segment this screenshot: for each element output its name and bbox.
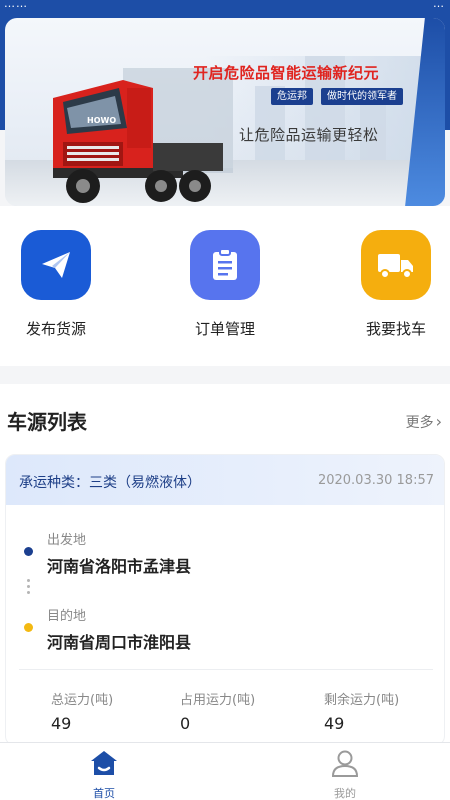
banner-badge-1: 危运邦 [271, 88, 313, 105]
tab-mine[interactable]: 我的 [305, 748, 385, 800]
origin-value: 河南省洛阳市孟津县 [47, 557, 192, 576]
stat-value: 0 [180, 714, 191, 733]
vehicle-list: 承运种类：三类（易燃液体） 2020.03.30 18:57 出发地 河南省洛阳… [0, 454, 450, 746]
stat-used-capacity: 占用运力(吨) 0 [180, 689, 255, 733]
banner-headline: 开启危险品智能运输新纪元 [193, 64, 380, 82]
stat-value: 49 [51, 714, 72, 733]
more-link[interactable]: 更多 › [406, 412, 442, 432]
status-bar-left: …… [4, 0, 28, 10]
divider [19, 669, 433, 670]
clipboard-icon [190, 230, 260, 300]
stat-label: 总运力(吨) [51, 693, 114, 708]
section-title: 车源列表 [7, 410, 87, 434]
card-header: 承运种类：三类（易燃液体） 2020.03.30 18:57 [6, 455, 444, 505]
tab-home[interactable]: 首页 [64, 748, 144, 800]
stat-label: 占用运力(吨) [180, 693, 256, 708]
quick-action-find-truck[interactable]: 我要找车 [336, 230, 450, 339]
truck-icon [361, 230, 431, 300]
destination-dot-icon [24, 623, 33, 632]
truck-brand-label: HOWO [87, 116, 117, 125]
stat-remaining-capacity: 剩余运力(吨) 49 [324, 689, 399, 733]
user-icon [331, 750, 359, 777]
route-connector-icon [27, 579, 30, 597]
vehicle-card[interactable]: 承运种类：三类（易燃液体） 2020.03.30 18:57 出发地 河南省洛阳… [5, 454, 445, 746]
quick-action-publish-cargo[interactable]: 发布货源 [0, 230, 116, 339]
banner-badge-2: 做时代的领军者 [321, 88, 403, 105]
status-bar-right: … [433, 0, 444, 10]
quick-actions: 发布货源 订单管理 我要找车 [0, 206, 450, 366]
origin-label: 出发地 [47, 533, 87, 548]
more-link-label: 更多 [405, 415, 434, 431]
paper-plane-icon [21, 230, 91, 300]
status-bar: …… … [0, 0, 450, 14]
stat-total-capacity: 总运力(吨) 49 [51, 689, 113, 733]
bottom-tab-bar: 首页 我的 [0, 742, 450, 800]
destination-label: 目的地 [47, 609, 87, 624]
vehicle-list-header: 车源列表 更多 › [0, 384, 450, 454]
stat-label: 剩余运力(吨) [324, 693, 400, 708]
quick-action-label: 发布货源 [25, 320, 86, 338]
stat-value: 49 [324, 714, 345, 733]
tab-home-label: 首页 [93, 787, 115, 800]
quick-action-label: 我要找车 [365, 320, 426, 338]
promo-banner[interactable]: HOWO 开启危险品智能运输新纪元 危运邦 做时代的领军者 让危险品运输更轻松 [5, 18, 445, 206]
cargo-type: 承运种类：三类（易燃液体） [19, 475, 201, 491]
chevron-right-icon: › [435, 412, 442, 431]
banner-subline: 让危险品运输更轻松 [239, 126, 379, 144]
tab-mine-label: 我的 [334, 787, 356, 800]
home-icon [91, 751, 117, 775]
quick-action-label: 订单管理 [194, 320, 255, 338]
timestamp: 2020.03.30 18:57 [317, 473, 434, 488]
quick-action-order-management[interactable]: 订单管理 [165, 230, 285, 339]
origin-dot-icon [24, 547, 33, 556]
destination-value: 河南省周口市淮阳县 [47, 633, 192, 652]
